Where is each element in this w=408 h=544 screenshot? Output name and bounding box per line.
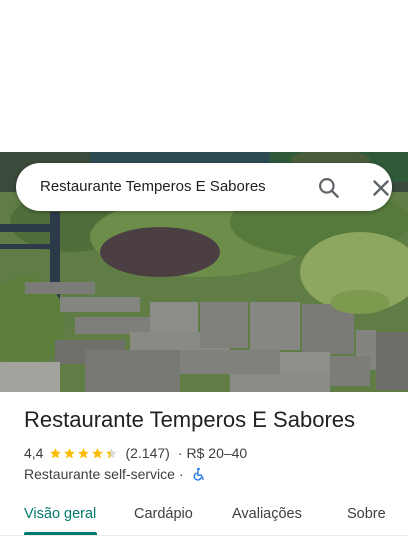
search-query[interactable]: Restaurante Temperos E Sabores [40, 163, 266, 211]
price-range: R$ 20–40 [186, 445, 248, 461]
separator-dot: · [178, 466, 184, 482]
tabs-divider [0, 535, 408, 536]
separator-dot: · [177, 445, 183, 461]
search-icon[interactable] [316, 175, 342, 201]
star-icon [78, 447, 90, 458]
rating-value: 4,4 [24, 445, 44, 461]
category-row: Restaurante self-service · [24, 465, 206, 483]
tab-reviews[interactable]: Avaliações [232, 506, 302, 522]
search-bar[interactable]: Restaurante Temperos E Sabores [16, 163, 392, 211]
place-category: Restaurante self-service [24, 466, 175, 482]
place-title: Restaurante Temperos E Sabores [24, 407, 355, 432]
tab-overview[interactable]: Visão geral [24, 506, 96, 522]
place-tabs: Visão geral Cardápio Avaliações Sobre [0, 494, 408, 544]
review-count[interactable]: (2.147) [125, 445, 169, 461]
star-icon [106, 447, 118, 458]
tab-menu[interactable]: Cardápio [134, 506, 193, 522]
rating-row[interactable]: 4,4 (2.147) · R$ 20–40 [24, 444, 247, 462]
rating-stars [49, 447, 119, 460]
blank-header-area [0, 0, 408, 152]
star-icon [64, 447, 76, 458]
tab-about[interactable]: Sobre [347, 506, 386, 522]
wheelchair-icon [192, 467, 206, 481]
star-icon [92, 447, 104, 458]
close-icon[interactable] [368, 175, 394, 201]
star-icon [50, 447, 62, 458]
